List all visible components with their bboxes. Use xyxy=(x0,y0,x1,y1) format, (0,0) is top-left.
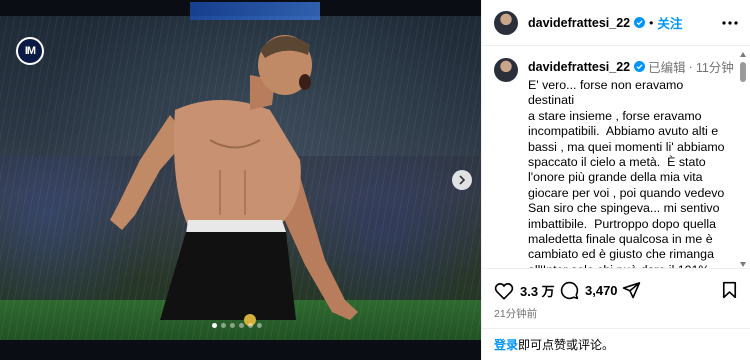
comment-button[interactable]: 3,470 xyxy=(560,281,618,300)
more-options-button[interactable] xyxy=(721,14,739,32)
caption-text: E' vero... forse non eravamo destinati a… xyxy=(528,78,725,268)
avatar[interactable] xyxy=(494,10,518,35)
next-slide-button[interactable] xyxy=(452,170,472,190)
carousel-dot xyxy=(257,323,262,328)
caption-username[interactable]: davidefrattesi_22 xyxy=(528,60,630,74)
post-side-panel: davidefrattesi_22 • 关注 davidefrattesi_22… xyxy=(481,0,750,360)
verified-badge-icon xyxy=(634,61,646,72)
stadium-scoreboard xyxy=(190,2,320,20)
meta-separator: · xyxy=(688,59,693,74)
like-button[interactable]: 3.3 万 xyxy=(494,281,555,300)
scroll-down-arrow[interactable] xyxy=(740,262,746,267)
scroll-up-arrow[interactable] xyxy=(740,52,746,57)
scrollbar-thumb[interactable] xyxy=(740,62,746,82)
share-button[interactable] xyxy=(622,281,641,299)
edited-label: 已编辑 xyxy=(648,61,686,75)
login-prompt: 登录 即可点赞或评论。 xyxy=(482,328,750,360)
login-prompt-text: 即可点赞或评论。 xyxy=(518,338,615,352)
header-separator: • xyxy=(649,15,654,30)
like-count[interactable]: 3.3 万 xyxy=(520,281,555,300)
follow-button[interactable]: 关注 xyxy=(657,13,682,32)
post-media: IM xyxy=(0,0,481,360)
comment-count[interactable]: 3,470 xyxy=(585,283,618,298)
share-icon xyxy=(622,282,641,299)
save-button[interactable] xyxy=(722,281,737,299)
heart-icon xyxy=(494,282,514,300)
posted-time[interactable]: 21分钟前 xyxy=(494,306,537,321)
header-username[interactable]: davidefrattesi_22 xyxy=(528,16,630,30)
celebrating-player xyxy=(110,35,358,326)
avatar[interactable] xyxy=(494,58,518,82)
carousel-dot xyxy=(212,323,217,328)
caption-area[interactable]: davidefrattesi_22 已编辑 · 11分钟 E' vero... … xyxy=(482,46,750,268)
inter-logo: IM xyxy=(16,37,44,65)
post-header: davidefrattesi_22 • 关注 xyxy=(482,0,750,46)
caption-meta: davidefrattesi_22 已编辑 · 11分钟 xyxy=(528,57,734,76)
login-link[interactable]: 登录 xyxy=(494,336,518,353)
verified-badge-icon xyxy=(634,17,646,28)
ellipsis-icon xyxy=(722,21,738,25)
caption-time[interactable]: 11分钟 xyxy=(696,57,734,76)
carousel-dot xyxy=(239,323,244,328)
chevron-right-icon xyxy=(459,175,466,185)
carousel-dots xyxy=(212,323,262,328)
carousel-dot xyxy=(230,323,235,328)
carousel-dot xyxy=(248,323,253,328)
comment-icon xyxy=(560,281,579,300)
bookmark-icon xyxy=(722,281,737,299)
carousel-dot xyxy=(221,323,226,328)
club-logo-text: IM xyxy=(24,45,36,57)
